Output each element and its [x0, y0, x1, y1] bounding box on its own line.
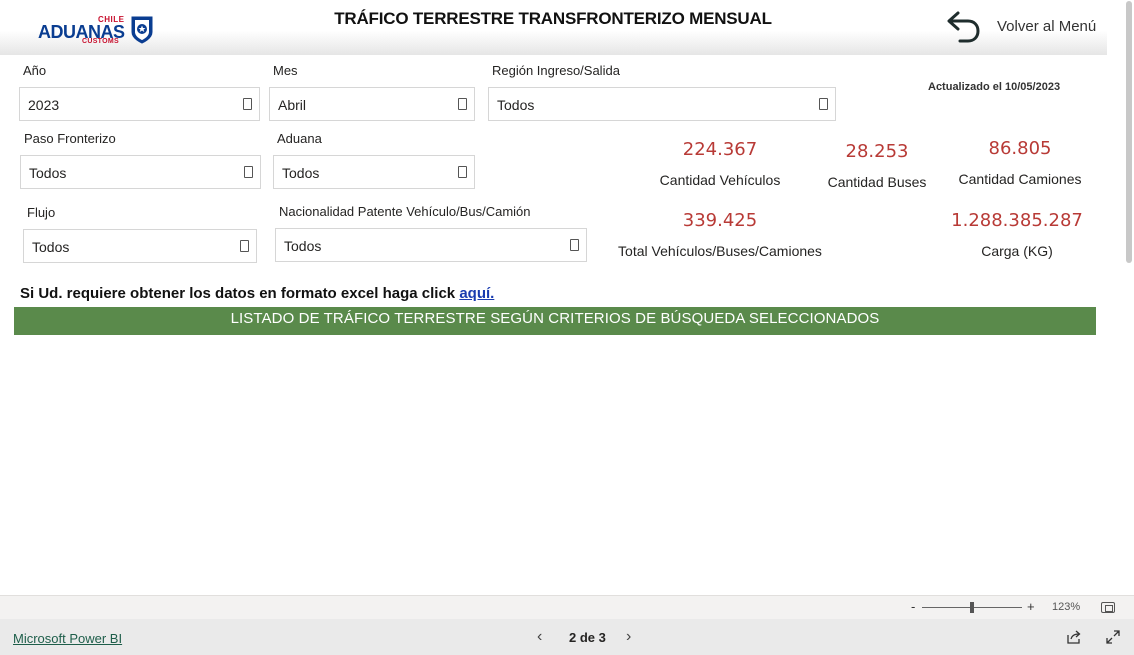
border-pass-filter-label: Paso Fronterizo — [24, 131, 116, 146]
undo-arrow-icon — [947, 11, 980, 43]
dropdown-chevron-icon — [240, 240, 249, 252]
customs-filter-label: Aduana — [277, 131, 322, 146]
year-dropdown[interactable]: 2023 — [19, 87, 260, 121]
dropdown-chevron-icon — [458, 166, 467, 178]
microsoft-powerbi-link[interactable]: Microsoft Power BI — [13, 631, 122, 646]
flow-dropdown[interactable]: Todos — [23, 229, 257, 263]
excel-download-text: Si Ud. requiere obtener los datos en for… — [20, 285, 494, 302]
zoom-out-button[interactable]: - — [911, 599, 915, 614]
dropdown-chevron-icon — [243, 98, 252, 110]
month-filter-label: Mes — [273, 63, 298, 78]
zoom-in-button[interactable]: + — [1027, 599, 1035, 614]
customs-dropdown-value: Todos — [282, 165, 320, 181]
zoom-bar: - + 123% — [0, 595, 1134, 619]
kpi-cargo-label: Carga (KG) — [981, 243, 1053, 259]
excel-download-link[interactable]: aquí. — [459, 285, 494, 302]
aduanas-logo: CHILE ADUANAS CUSTOMS — [38, 14, 158, 48]
zoom-level: 123% — [1052, 601, 1081, 613]
region-dropdown[interactable]: Todos — [488, 87, 836, 121]
border-pass-dropdown-value: Todos — [29, 165, 67, 181]
kpi-buses-value: 28.253 — [845, 141, 909, 162]
year-dropdown-value: 2023 — [28, 97, 60, 113]
shield-emblem-icon — [131, 16, 153, 44]
flow-dropdown-value: Todos — [32, 239, 70, 255]
dropdown-chevron-icon — [458, 98, 467, 110]
next-page-button[interactable]: › — [626, 628, 631, 646]
plate-nationality-dropdown-value: Todos — [284, 238, 322, 254]
flow-filter-label: Flujo — [27, 205, 56, 220]
plate-nationality-dropdown[interactable]: Todos — [275, 228, 587, 262]
zoom-slider-thumb[interactable] — [970, 602, 974, 613]
year-filter-label: Año — [23, 63, 47, 78]
region-filter-label: Región Ingreso/Salida — [492, 63, 620, 78]
border-pass-dropdown[interactable]: Todos — [20, 155, 261, 189]
kpi-total-label: Total Vehículos/Buses/Camiones — [618, 243, 822, 259]
last-updated-text: Actualizado el 10/05/2023 — [928, 81, 1061, 93]
kpi-total-value: 339.425 — [682, 210, 758, 231]
page-title: TRÁFICO TERRESTRE TRANSFRONTERIZO MENSUA… — [334, 9, 772, 28]
region-dropdown-value: Todos — [497, 97, 535, 113]
back-to-menu-button[interactable]: Volver al Menú — [940, 4, 1105, 48]
month-dropdown-value: Abril — [278, 97, 307, 113]
excel-download-prompt: Si Ud. requiere obtener los datos en for… — [20, 285, 460, 302]
page-indicator: 2 de 3 — [569, 630, 606, 645]
fit-to-page-icon[interactable] — [1101, 602, 1115, 613]
dropdown-chevron-icon — [570, 239, 579, 251]
kpi-trucks-label: Cantidad Camiones — [958, 171, 1082, 187]
scrollbar-thumb[interactable] — [1126, 1, 1132, 263]
logo-customs-text: CUSTOMS — [82, 38, 119, 45]
report-header: CHILE ADUANAS CUSTOMS TRÁFICO TERRESTRE … — [0, 0, 1107, 55]
dropdown-chevron-icon — [244, 166, 253, 178]
kpi-cargo-value: 1.288.385.287 — [951, 210, 1083, 231]
kpi-buses-label: Cantidad Buses — [827, 174, 927, 190]
powerbi-footer: Microsoft Power BI ‹ 2 de 3 › — [0, 619, 1134, 655]
report-canvas: CHILE ADUANAS CUSTOMS TRÁFICO TERRESTRE … — [0, 0, 1107, 595]
dropdown-chevron-icon — [819, 98, 828, 110]
plate-nationality-filter-label: Nacionalidad Patente Vehículo/Bus/Camión — [279, 204, 531, 219]
customs-dropdown[interactable]: Todos — [273, 155, 475, 189]
month-dropdown[interactable]: Abril — [269, 87, 475, 121]
vertical-scrollbar[interactable] — [1107, 0, 1134, 595]
previous-page-button[interactable]: ‹ — [537, 628, 542, 646]
kpi-trucks-value: 86.805 — [988, 138, 1052, 159]
kpi-vehicles-value: 224.367 — [682, 139, 758, 160]
results-banner: LISTADO DE TRÁFICO TERRESTRE SEGÚN CRITE… — [14, 307, 1096, 335]
share-icon[interactable] — [1066, 629, 1082, 645]
kpi-vehicles-label: Cantidad Vehículos — [659, 172, 781, 188]
fullscreen-icon[interactable] — [1106, 630, 1120, 644]
back-to-menu-label: Volver al Menú — [997, 18, 1097, 35]
